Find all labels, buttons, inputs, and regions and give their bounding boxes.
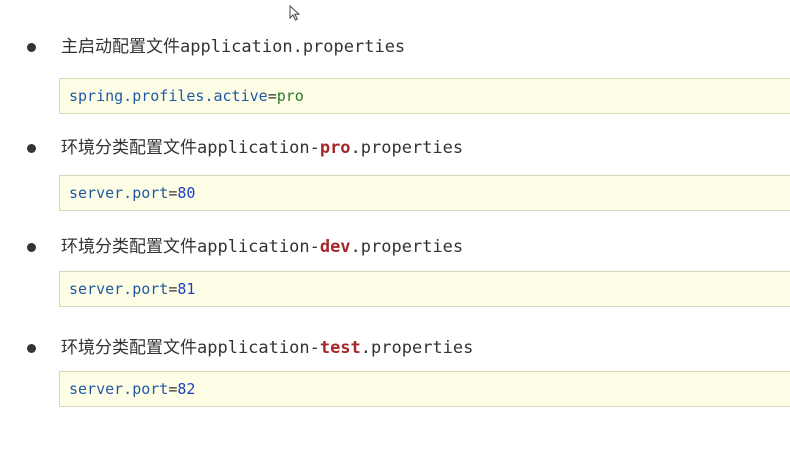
code-key: server.port	[69, 280, 169, 298]
section-heading: 环境分类配置文件application-dev.properties	[61, 236, 463, 258]
section-heading: 主启动配置文件application.properties	[61, 36, 405, 58]
heading-text: 环境分类配置文件application-	[61, 138, 320, 158]
bullet-icon	[27, 43, 36, 52]
heading-text: 环境分类配置文件application-	[61, 338, 320, 358]
heading-suffix: .properties	[360, 338, 474, 358]
code-key: server.port	[69, 380, 169, 398]
code-key: server.port	[69, 184, 169, 202]
heading-text: 环境分类配置文件application-	[61, 237, 320, 257]
code-value: 80	[177, 184, 196, 202]
bullet-icon	[27, 243, 36, 252]
code-block: server.port=82	[59, 371, 790, 407]
code-key: spring.profiles.active	[69, 87, 268, 105]
heading-highlight: test	[319, 338, 361, 358]
code-value: pro	[276, 87, 304, 105]
code-block: server.port=80	[59, 175, 790, 211]
code-equals: =	[267, 87, 277, 105]
heading-suffix: .properties	[350, 237, 464, 257]
code-value: 81	[177, 280, 196, 298]
heading-suffix: .properties	[350, 138, 464, 158]
bullet-icon	[27, 344, 36, 353]
heading-highlight: pro	[319, 138, 351, 158]
mouse-pointer-icon	[289, 5, 301, 21]
heading-highlight: dev	[319, 237, 351, 257]
section-heading: 环境分类配置文件application-pro.properties	[61, 137, 463, 159]
code-value: 82	[177, 380, 196, 398]
heading-text: 主启动配置文件application.properties	[61, 37, 406, 57]
code-block: server.port=81	[59, 271, 790, 307]
code-block: spring.profiles.active=pro	[59, 78, 790, 114]
section-heading: 环境分类配置文件application-test.properties	[61, 337, 473, 359]
bullet-icon	[27, 144, 36, 153]
